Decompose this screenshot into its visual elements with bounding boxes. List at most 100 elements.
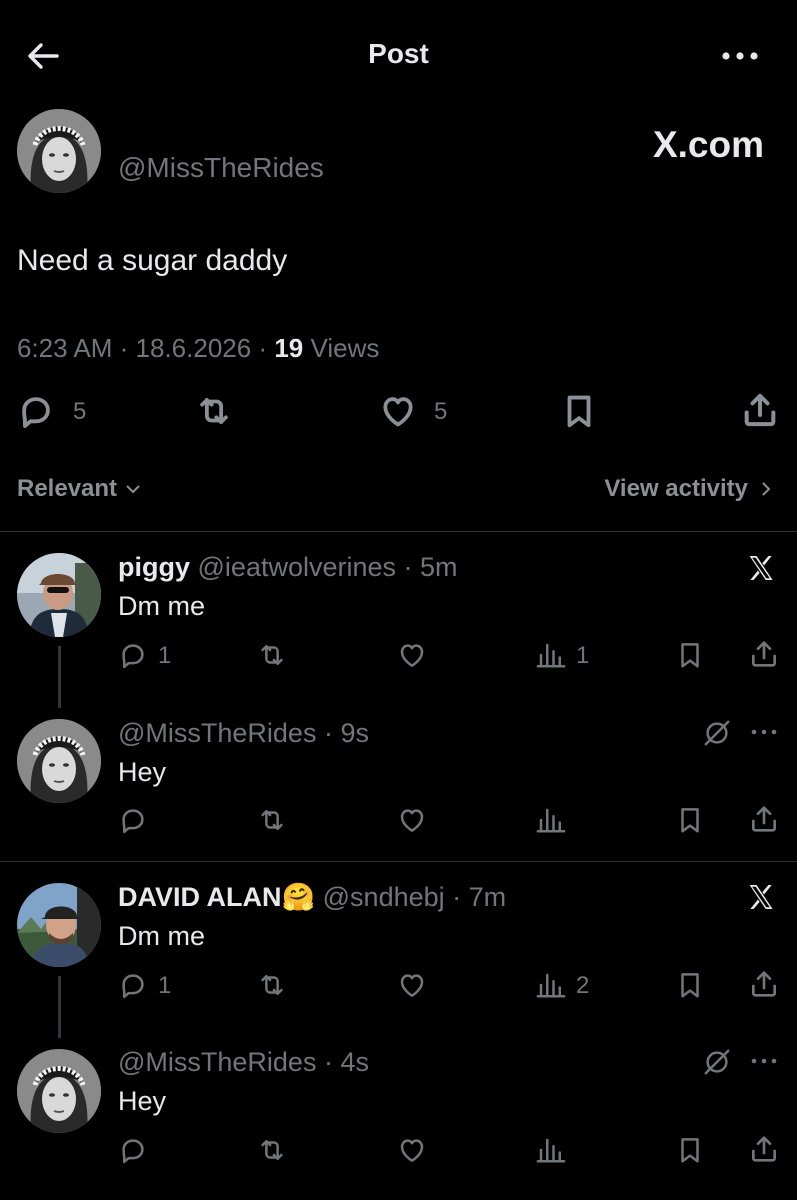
bookmark-icon [560,392,598,430]
author-handle[interactable]: @ieatwolverines [198,552,397,582]
views-button[interactable] [536,1135,566,1165]
views-icon [536,1135,566,1165]
reply-age: 9s [340,718,369,748]
views-icon [536,805,566,835]
no-reply-icon [702,718,732,748]
like-button[interactable] [395,640,429,670]
like-button[interactable] [395,970,429,1000]
bookmark-button[interactable] [675,1135,705,1165]
reply-header: DAVID ALAN🤗 @sndhebj · 7m [118,882,507,912]
share-button[interactable] [748,638,780,670]
share-icon [740,390,780,430]
grok-button[interactable] [744,881,778,913]
avatar[interactable] [17,553,101,637]
views-count: 2 [576,972,590,999]
no-reply-indicator [702,718,732,748]
avatar[interactable] [17,719,101,803]
views-label: Views [310,333,380,363]
author-handle[interactable]: @sndhebj [323,882,445,912]
reply-icon [118,805,148,835]
like-count: 5 [434,398,448,425]
like-icon [378,392,418,430]
watermark: X.com [652,124,764,165]
repost-icon [195,392,233,430]
bookmark-button[interactable] [675,640,705,670]
reply-text: Hey [118,1086,167,1116]
grok-button[interactable] [744,552,778,584]
reply-text: Dm me [118,921,205,951]
more-button[interactable] [718,44,762,68]
more-icon [751,729,777,735]
like-button[interactable]: 5 [378,392,458,430]
reply-age: 5m [420,552,458,582]
author-emoji: 🤗 [281,882,316,912]
share-icon [748,638,780,670]
like-button[interactable] [395,1135,429,1165]
bookmark-button[interactable] [675,970,705,1000]
repost-icon [255,805,289,835]
repost-button[interactable] [255,805,289,835]
author-handle[interactable]: @MissTheRides [118,718,316,748]
view-activity-label: View activity [604,475,748,502]
avatar[interactable] [17,883,101,967]
share-button[interactable] [740,390,780,430]
reply-header: @MissTheRides · 4s [118,1047,369,1077]
no-reply-icon [702,1047,732,1077]
bookmark-button[interactable] [675,805,705,835]
views-button[interactable]: 1 [536,640,596,670]
bookmark-button[interactable] [560,392,598,430]
x-logo-icon [744,881,778,913]
share-icon [748,968,780,1000]
divider [0,531,797,532]
reply-button[interactable] [118,805,152,835]
share-button[interactable] [748,968,780,1000]
more-icon [722,52,758,60]
author-name[interactable]: piggy [118,552,190,582]
reply-button[interactable] [118,1135,152,1165]
reply-header: piggy @ieatwolverines · 5m [118,552,458,582]
repost-button[interactable] [255,640,289,670]
post-handle[interactable]: @MissTheRides [118,152,324,184]
share-button[interactable] [748,803,780,835]
thread-line [58,646,61,708]
reply-button[interactable]: 1 [118,970,178,1000]
share-icon [748,803,780,835]
views-button[interactable] [536,805,566,835]
reply-button[interactable]: 1 [118,640,178,670]
repost-icon [255,1135,289,1165]
repost-button[interactable] [255,970,289,1000]
chevron-down-icon [126,485,140,494]
views-icon [536,970,566,1000]
repost-button[interactable] [195,392,235,430]
more-icon [751,1058,777,1064]
thread-line [58,976,61,1038]
reply-icon [17,392,55,430]
reply-age: 7m [468,882,507,912]
post-date: 18.6.2026 [135,333,252,363]
like-icon [395,970,429,1000]
more-button[interactable] [750,724,778,740]
avatar[interactable] [17,1049,101,1133]
reply-text: Dm me [118,591,205,621]
bookmark-icon [675,970,705,1000]
share-button[interactable] [748,1133,780,1165]
chevron-right-icon [762,482,771,496]
reply-icon [118,640,148,670]
view-activity-link[interactable]: View activity [560,474,776,504]
reply-button[interactable]: 5 [17,392,97,430]
avatar[interactable] [17,109,101,193]
sort-dropdown[interactable]: Relevant [17,474,143,504]
author-handle[interactable]: @MissTheRides [118,1047,316,1077]
sort-label: Relevant [17,475,118,502]
post-text: Need a sugar daddy [17,244,288,277]
post-meta: 6:23 AM · 18.6.2026 · 19 Views [17,333,380,363]
views-count: 1 [576,642,590,669]
views-button[interactable]: 2 [536,970,596,1000]
like-button[interactable] [395,805,429,835]
reply-count: 5 [73,398,87,425]
more-button[interactable] [750,1053,778,1069]
reply-count: 1 [158,972,172,999]
author-name[interactable]: DAVID ALAN [118,882,282,912]
repost-button[interactable] [255,1135,289,1165]
reply-text: Hey [118,757,167,787]
